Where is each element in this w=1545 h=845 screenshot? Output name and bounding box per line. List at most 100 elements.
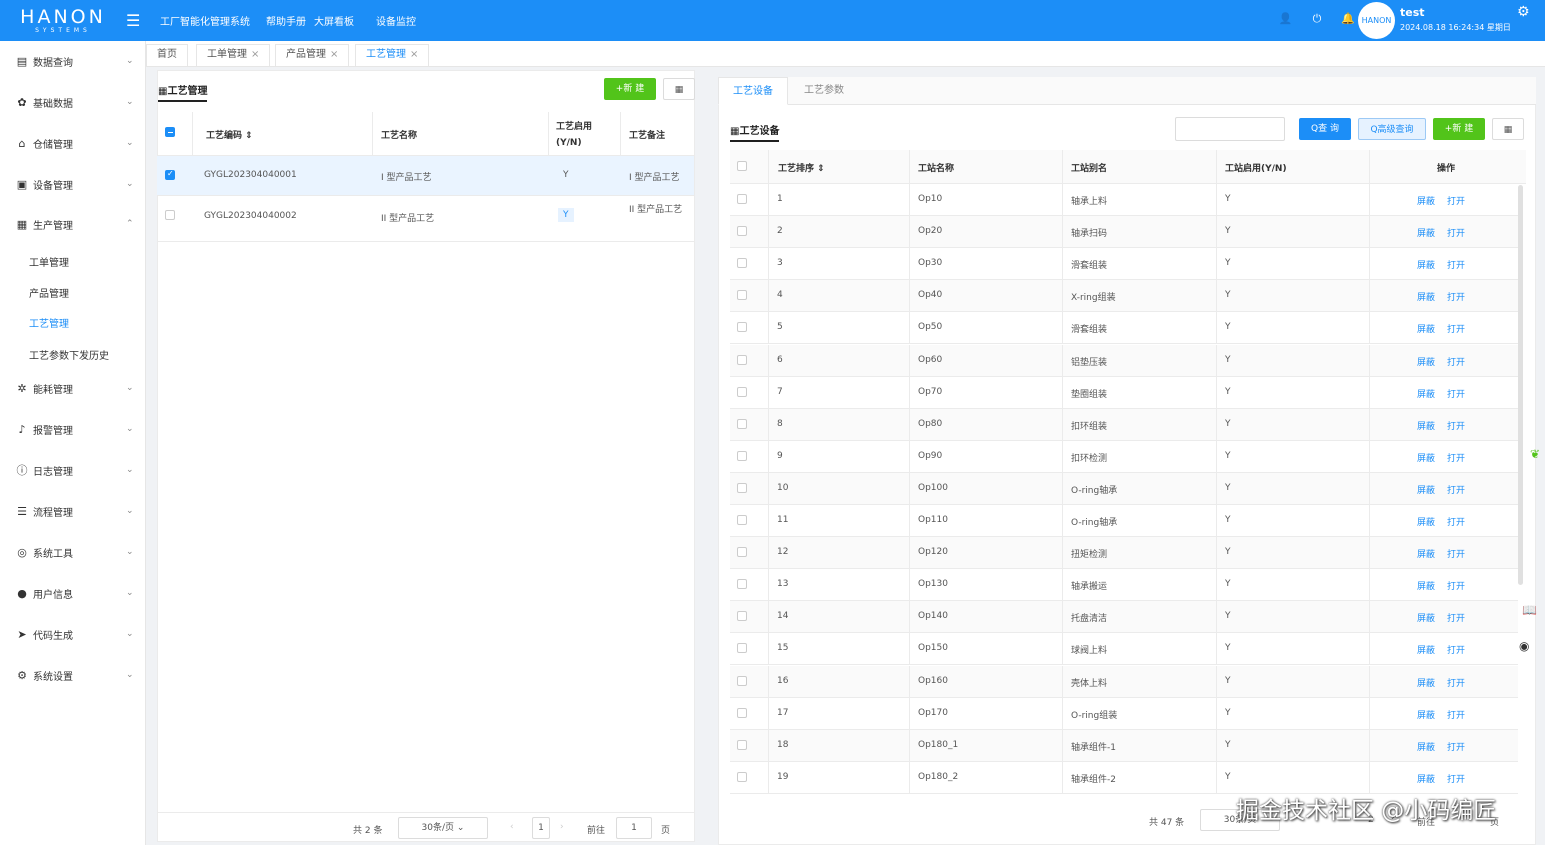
table-row[interactable]: GYGL202304040002 II 型产品工艺 Y II 型产品工艺 [157, 196, 694, 242]
tab-product[interactable]: 产品管理 × [275, 44, 350, 66]
open-link[interactable]: 打开 [1447, 740, 1465, 753]
sidebar-sub-product[interactable]: 产品管理 [29, 285, 69, 300]
row-checkbox[interactable] [737, 547, 747, 558]
row-checkbox[interactable] [737, 643, 747, 654]
table-row[interactable]: 2 Op20 轴承扫码 Y 屏蔽 打开 [730, 216, 1518, 249]
table-row[interactable]: 7 Op70 垫圈组装 Y 屏蔽 打开 [730, 376, 1518, 409]
open-link[interactable]: 打开 [1447, 643, 1465, 656]
sidebar-item-log[interactable]: ⓘ 日志管理 ⌄ [0, 455, 146, 485]
block-link[interactable]: 屏蔽 [1417, 547, 1435, 560]
row-checkbox[interactable] [737, 450, 747, 461]
advanced-query-button[interactable]: Q高级查询 [1358, 118, 1426, 140]
select-all-checkbox[interactable] [165, 127, 175, 137]
sidebar-item-equipment[interactable]: ▣ 设备管理 ⌄ [0, 169, 146, 199]
open-link[interactable]: 打开 [1447, 258, 1465, 271]
block-link[interactable]: 屏蔽 [1417, 194, 1435, 207]
left-page-current[interactable]: 1 [532, 817, 550, 839]
open-link[interactable]: 打开 [1447, 194, 1465, 207]
row-checkbox[interactable] [737, 579, 747, 590]
open-link[interactable]: 打开 [1447, 290, 1465, 303]
settings-gear-icon[interactable]: ⚙ [1517, 4, 1530, 20]
open-link[interactable]: 打开 [1447, 226, 1465, 239]
row-checkbox[interactable] [165, 210, 175, 220]
open-link[interactable]: 打开 [1447, 547, 1465, 560]
row-checkbox[interactable] [737, 226, 747, 237]
table-row[interactable]: 12 Op120 扭矩检测 Y 屏蔽 打开 [730, 537, 1518, 570]
table-row[interactable]: 16 Op160 壳体上料 Y 屏蔽 打开 [730, 665, 1518, 698]
columns-toggle-icon[interactable]: ▦ [663, 78, 695, 100]
sidebar-item-warehouse[interactable]: ⌂ 仓储管理 ⌄ [0, 128, 146, 158]
row-checkbox[interactable] [737, 322, 747, 333]
sidebar-sub-work-order[interactable]: 工单管理 [29, 254, 69, 269]
sidebar-item-data-query[interactable]: ▤ 数据查询 ⌄ [0, 46, 146, 76]
nav-help[interactable]: 帮助手册 [266, 13, 306, 28]
row-checkbox[interactable] [737, 354, 747, 365]
row-checkbox[interactable] [737, 194, 747, 204]
block-link[interactable]: 屏蔽 [1417, 643, 1435, 656]
sidebar-item-production[interactable]: ▦ 生产管理 ⌃ [0, 209, 146, 239]
sidebar-item-user-info[interactable]: ● 用户信息 ⌄ [0, 578, 146, 608]
table-row[interactable]: 5 Op50 滑套组装 Y 屏蔽 打开 [730, 312, 1518, 345]
table-row[interactable]: 6 Op60 铝垫压装 Y 屏蔽 打开 [730, 344, 1518, 377]
row-checkbox[interactable] [737, 386, 747, 397]
open-link[interactable]: 打开 [1447, 611, 1465, 624]
search-input[interactable] [1175, 117, 1285, 141]
tab-process-equipment[interactable]: 工艺设备 [718, 77, 788, 105]
palette-icon[interactable]: ◉ [1519, 639, 1529, 653]
sidebar-item-flow[interactable]: ☰ 流程管理 ⌄ [0, 496, 146, 526]
block-link[interactable]: 屏蔽 [1417, 322, 1435, 335]
open-link[interactable]: 打开 [1447, 515, 1465, 528]
table-row[interactable]: 4 Op40 X-ring组装 Y 屏蔽 打开 [730, 280, 1518, 313]
tab-process-params[interactable]: 工艺参数 [790, 77, 858, 105]
open-link[interactable]: 打开 [1447, 451, 1465, 464]
table-row[interactable]: 18 Op180_1 轴承组件-1 Y 屏蔽 打开 [730, 729, 1518, 762]
table-scrollbar[interactable] [1518, 185, 1523, 585]
block-link[interactable]: 屏蔽 [1417, 740, 1435, 753]
sort-icon[interactable]: ⇕ [817, 164, 825, 174]
row-checkbox[interactable] [737, 675, 747, 686]
menu-toggle-icon[interactable]: ☰ [126, 11, 140, 30]
open-link[interactable]: 打开 [1447, 579, 1465, 592]
block-link[interactable]: 屏蔽 [1417, 290, 1435, 303]
table-row[interactable]: 19 Op180_2 轴承组件-2 Y 屏蔽 打开 [730, 761, 1518, 794]
block-link[interactable]: 屏蔽 [1417, 419, 1435, 432]
table-row[interactable]: GYGL202304040001 I 型产品工艺 Y I 型产品工艺 [157, 156, 694, 196]
tab-process[interactable]: 工艺管理 × [355, 44, 430, 66]
next-page-icon[interactable]: › [560, 822, 564, 832]
nav-dashboard[interactable]: 大屏看板 [314, 13, 354, 28]
block-link[interactable]: 屏蔽 [1417, 579, 1435, 592]
add-equipment-button[interactable]: +新 建 [1433, 118, 1485, 140]
tab-home[interactable]: 首页 [146, 44, 188, 66]
block-link[interactable]: 屏蔽 [1417, 483, 1435, 496]
table-row[interactable]: 13 Op130 轴承搬运 Y 屏蔽 打开 [730, 569, 1518, 602]
table-row[interactable]: 17 Op170 O-ring组装 Y 屏蔽 打开 [730, 697, 1518, 730]
book-icon[interactable]: 📖 [1522, 603, 1537, 617]
block-link[interactable]: 屏蔽 [1417, 355, 1435, 368]
table-row[interactable]: 9 Op90 扣环检测 Y 屏蔽 打开 [730, 440, 1518, 473]
table-row[interactable]: 1 Op10 轴承上料 Y 屏蔽 打开 [730, 184, 1518, 216]
block-link[interactable]: 屏蔽 [1417, 226, 1435, 239]
open-link[interactable]: 打开 [1447, 708, 1465, 721]
block-link[interactable]: 屏蔽 [1417, 451, 1435, 464]
open-link[interactable]: 打开 [1447, 355, 1465, 368]
add-process-button[interactable]: +新 建 [604, 78, 656, 100]
row-checkbox[interactable] [737, 515, 747, 525]
row-checkbox[interactable] [737, 290, 747, 301]
nav-system[interactable]: 工厂智能化管理系统 [160, 13, 250, 28]
sidebar-item-codegen[interactable]: ➤ 代码生成 ⌄ [0, 619, 146, 649]
sidebar-sub-param-history[interactable]: 工艺参数下发历史 [29, 347, 109, 362]
close-icon[interactable]: × [251, 49, 259, 60]
columns-toggle-icon[interactable]: ▦ [1492, 118, 1524, 140]
left-page-size-select[interactable]: 30条/页 ⌄ [398, 817, 488, 839]
sidebar-item-tools[interactable]: ◎ 系统工具 ⌄ [0, 537, 146, 567]
header-process-code[interactable]: 工艺编码 ⇕ [206, 128, 253, 141]
table-row[interactable]: 8 Op80 扣环组装 Y 屏蔽 打开 [730, 408, 1518, 441]
select-all-checkbox[interactable] [737, 161, 747, 171]
table-row[interactable]: 15 Op150 球阀上料 Y 屏蔽 打开 [730, 633, 1518, 666]
row-checkbox[interactable] [737, 707, 747, 718]
query-button[interactable]: Q查 询 [1299, 118, 1351, 140]
row-checkbox[interactable] [737, 482, 747, 493]
sort-icon[interactable]: ⇕ [245, 131, 253, 141]
row-checkbox[interactable] [737, 611, 747, 622]
table-row[interactable]: 3 Op30 滑套组装 Y 屏蔽 打开 [730, 248, 1518, 281]
